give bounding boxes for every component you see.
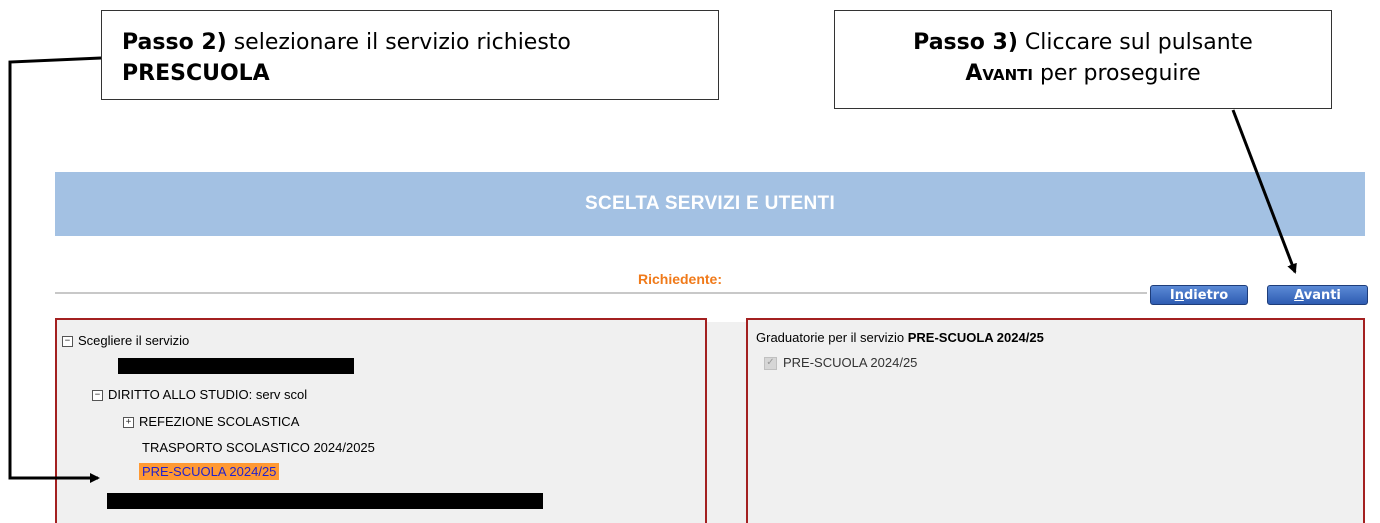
tree-item-refezione[interactable]: + REFEZIONE SCOLASTICA — [123, 414, 299, 429]
rankings-item[interactable]: ✓ PRE-SCUOLA 2024/25 — [764, 355, 917, 371]
expand-icon[interactable]: + — [123, 417, 134, 429]
step3-label: Passo 3) — [913, 30, 1018, 55]
back-button[interactable]: Indietro — [1150, 285, 1248, 305]
rankings-panel: Graduatorie per il servizio PRE-SCUOLA 2… — [746, 318, 1365, 523]
collapse-icon[interactable]: − — [92, 390, 103, 402]
step2-highlight: PRESCUOLA — [122, 61, 270, 86]
callout-step-3: Passo 3) Cliccare sul pulsante Avanti pe… — [834, 10, 1332, 109]
step3-text-after: per proseguire — [1032, 61, 1201, 86]
callout-step-2: Passo 2) selezionare il servizio richies… — [101, 10, 719, 100]
redacted-item — [107, 493, 543, 509]
step2-label: Passo 2) — [122, 30, 227, 55]
page-title: SCELTA SERVIZI E UTENTI — [55, 172, 1365, 236]
service-tree-panel: − Scegliere il servizio − DIRITTO ALLO STU… — [55, 318, 707, 523]
step2-text: selezionare il servizio richiesto — [226, 30, 571, 55]
app-window: SCELTA SERVIZI E UTENTI Richiedente: Ind… — [55, 172, 1368, 523]
tree-item-trasporto[interactable]: TRASPORTO SCOLASTICO 2024/2025 — [142, 440, 375, 455]
next-button[interactable]: Avanti — [1267, 285, 1368, 305]
rankings-title: Graduatorie per il servizio PRE-SCUOLA 2… — [756, 330, 1044, 345]
requester-label: Richiedente: — [637, 271, 722, 287]
redacted-item — [118, 358, 354, 374]
selected-item-label: PRE-SCUOLA 2024/25 — [139, 463, 280, 480]
tree-root[interactable]: − Scegliere il servizio — [62, 333, 189, 348]
step3-text: Cliccare sul pulsante — [1017, 30, 1253, 55]
tree-group[interactable]: − DIRITTO ALLO STUDIO: serv scol — [92, 387, 307, 402]
tree-item-prescuola[interactable]: PRE-SCUOLA 2024/25 — [139, 463, 280, 480]
collapse-icon[interactable]: − — [62, 336, 73, 348]
step3-highlight: Avanti — [965, 61, 1033, 86]
checkbox-icon[interactable]: ✓ — [764, 357, 777, 371]
divider — [55, 292, 1147, 294]
